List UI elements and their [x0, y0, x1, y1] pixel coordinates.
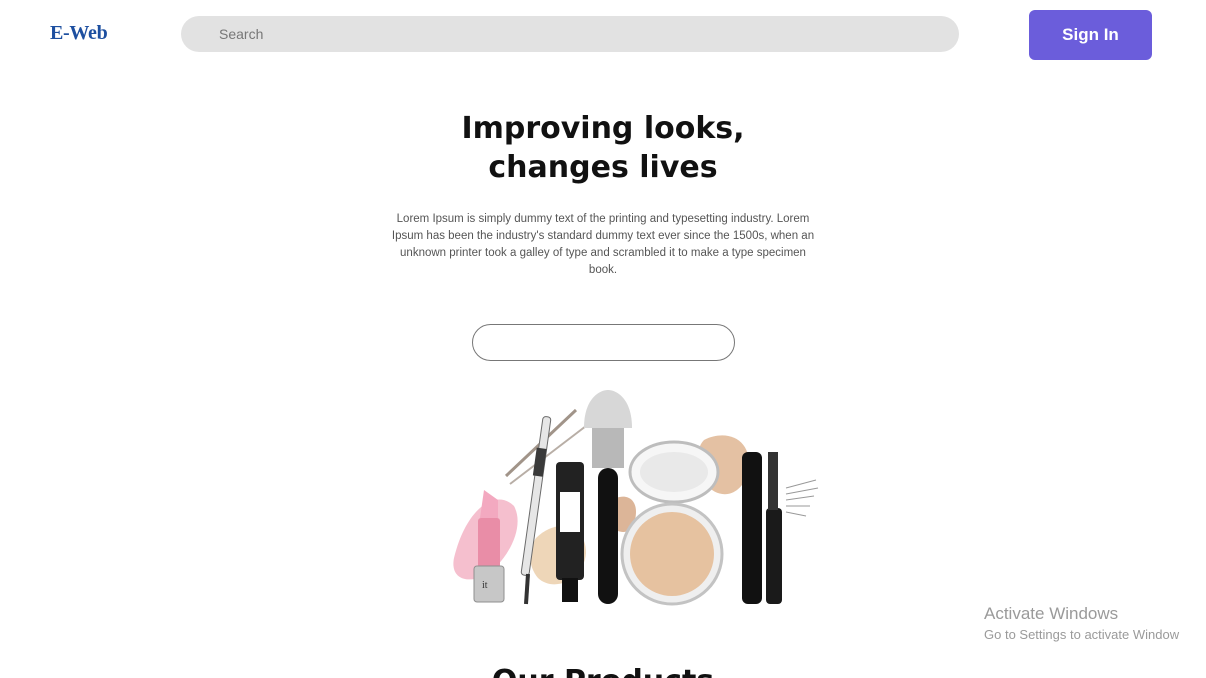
svg-text:it: it	[482, 580, 488, 591]
hero-input-field[interactable]	[472, 324, 735, 361]
activate-windows-watermark: Activate Windows Go to Settings to activ…	[984, 603, 1179, 645]
hero-title-line-2: changes lives	[488, 150, 718, 185]
watermark-title: Activate Windows	[984, 604, 1119, 623]
cosmetics-product-image: it	[453, 390, 819, 606]
brand-logo[interactable]: E-Web	[50, 22, 108, 45]
sign-in-button[interactable]: Sign In	[1029, 10, 1152, 60]
products-section-title: Our Products	[403, 662, 803, 678]
hero-title: Improving looks, changes lives	[353, 109, 853, 187]
hero-description: Lorem Ipsum is simply dummy text of the …	[391, 213, 815, 276]
watermark-subtitle: Go to Settings to activate Window	[984, 627, 1180, 642]
search-input[interactable]	[217, 25, 959, 43]
hero-title-line-1: Improving looks,	[461, 111, 745, 146]
search-bar[interactable]	[181, 16, 959, 52]
page: E-Web Sign In Improving looks, changes l…	[0, 0, 1206, 678]
